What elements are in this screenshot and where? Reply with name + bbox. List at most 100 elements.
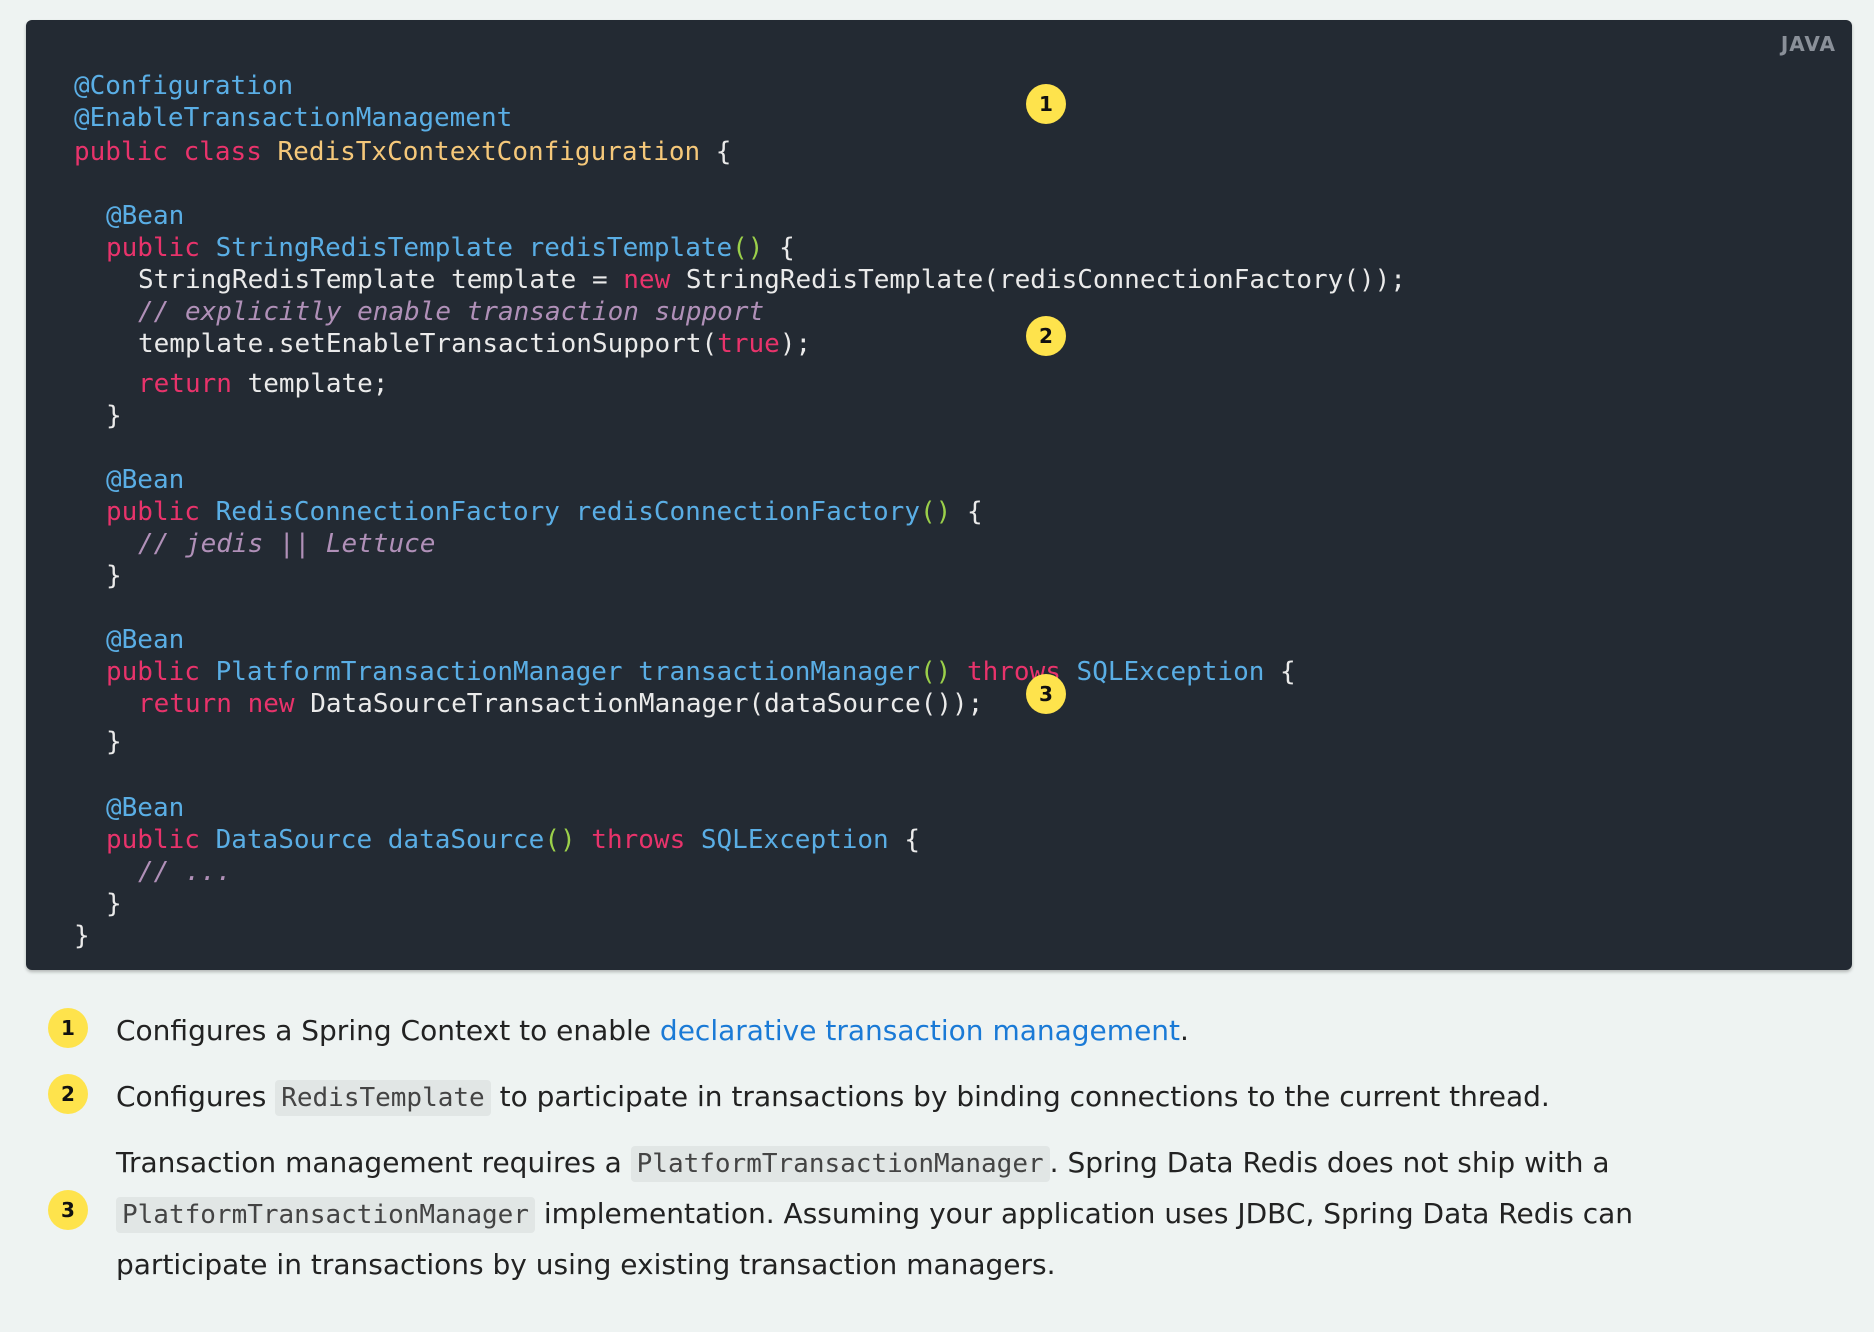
code-text: ); — [779, 329, 812, 359]
method-name: transactionManager — [638, 657, 920, 687]
code-line: public DataSource dataSource() throws SQ… — [106, 824, 920, 856]
type: SQLException — [1076, 657, 1265, 687]
code-line: } — [106, 400, 122, 432]
keyword: public — [106, 497, 200, 527]
parens: () — [544, 825, 576, 855]
callout-text: implementation. Assuming your applicatio… — [535, 1197, 1634, 1230]
keyword: class — [183, 137, 262, 167]
comment: // jedis || Lettuce — [138, 529, 436, 559]
type: StringRedisTemplate — [215, 233, 513, 263]
code-block: JAVA @Configuration @EnableTransactionMa… — [26, 20, 1852, 970]
punct: { — [888, 825, 921, 855]
code-line: @Configuration — [74, 70, 293, 102]
code-text: StringRedisTemplate template = — [138, 265, 624, 295]
parens: () — [920, 657, 952, 687]
type: RedisConnectionFactory — [215, 497, 560, 527]
punct: { — [763, 233, 795, 263]
code-line: // explicitly enable transaction support — [138, 296, 764, 328]
code-line: } — [74, 920, 90, 952]
code-line: @Bean — [106, 464, 184, 496]
code-text: StringRedisTemplate(redisConnectionFacto… — [670, 265, 1406, 295]
callout-badge-3: 3 — [1026, 674, 1066, 714]
class-name: RedisTxContextConfiguration — [277, 137, 701, 167]
code-line: return new DataSourceTransactionManager(… — [138, 688, 983, 720]
callout-line: PlatformTransactionManager implementatio… — [116, 1189, 1816, 1240]
callout-item-2: Configures RedisTemplate to participate … — [116, 1072, 1816, 1123]
callout-item-3: Transaction management requires a Platfo… — [116, 1138, 1816, 1290]
keyword: throws — [591, 825, 686, 855]
code-text: DataSourceTransactionManager(dataSource(… — [294, 689, 984, 719]
code-text: template; — [231, 369, 389, 399]
callout-text: Transaction management requires a — [116, 1146, 631, 1179]
code-line: } — [106, 726, 122, 758]
callout-badge-2: 2 — [48, 1074, 88, 1114]
parens: () — [919, 497, 952, 527]
callout-text: to participate in transactions by bindin… — [490, 1080, 1550, 1113]
annotation: @Bean — [106, 793, 185, 823]
code-line: template.setEnableTransactionSupport(tru… — [138, 328, 811, 360]
language-label: JAVA — [1780, 32, 1836, 56]
keyword: new — [623, 265, 671, 295]
callout-badge-2: 2 — [1026, 316, 1066, 356]
code-line: public RedisConnectionFactory redisConne… — [106, 496, 983, 528]
code-line: public PlatformTransactionManager transa… — [106, 656, 1296, 688]
declarative-transaction-link[interactable]: declarative transaction management — [660, 1014, 1180, 1047]
comment: // ... — [138, 857, 232, 887]
callout-text: . — [1180, 1014, 1189, 1047]
callout-text: Configures a Spring Context to enable — [116, 1014, 660, 1047]
keyword: public — [106, 233, 200, 263]
callout-badge-3: 3 — [48, 1190, 88, 1230]
keyword: public — [106, 657, 200, 687]
callout-text: participate in transactions by using exi… — [116, 1248, 1056, 1281]
annotation: @Bean — [106, 625, 185, 655]
method-name: redisTemplate — [528, 233, 733, 263]
brace: } — [106, 889, 122, 919]
punct: { — [1264, 657, 1296, 687]
inline-code: PlatformTransactionManager — [630, 1146, 1050, 1182]
method-name: redisConnectionFactory — [575, 497, 920, 527]
callout-text: Configures — [116, 1080, 276, 1113]
code-line: // jedis || Lettuce — [138, 528, 435, 560]
brace: } — [106, 561, 122, 591]
callout-line: participate in transactions by using exi… — [116, 1240, 1816, 1290]
brace: } — [74, 921, 90, 951]
callout-line: Transaction management requires a Platfo… — [116, 1138, 1816, 1189]
keyword: new — [247, 689, 295, 719]
type: PlatformTransactionManager — [215, 657, 623, 687]
punct: { — [951, 497, 983, 527]
callout-text: . Spring Data Redis does not ship with a — [1049, 1146, 1610, 1179]
code-line: public class RedisTxContextConfiguration… — [74, 136, 731, 168]
type: SQLException — [700, 825, 889, 855]
keyword: public — [106, 825, 200, 855]
code-text: template.setEnableTransactionSupport( — [138, 329, 718, 359]
annotation: @Bean — [106, 465, 185, 495]
type: DataSource — [215, 825, 373, 855]
brace: } — [106, 727, 122, 757]
code-line: } — [106, 560, 122, 592]
annotation: @Bean — [106, 201, 185, 231]
annotation: @Configuration — [74, 71, 294, 101]
code-line: } — [106, 888, 122, 920]
punct: { — [700, 137, 732, 167]
code-line: return template; — [138, 368, 388, 400]
method-name: dataSource — [387, 825, 545, 855]
code-content: @Configuration @EnableTransactionManagem… — [74, 50, 1406, 951]
annotation: @EnableTransactionManagement — [74, 103, 513, 133]
keyword: true — [717, 329, 780, 359]
inline-code: RedisTemplate — [275, 1080, 491, 1116]
code-line: @Bean — [106, 792, 184, 824]
callout-badge-1: 1 — [48, 1008, 88, 1048]
code-line: public StringRedisTemplate redisTemplate… — [106, 232, 795, 264]
comment: // explicitly enable transaction support — [138, 297, 765, 327]
code-line: StringRedisTemplate template = new Strin… — [138, 264, 1406, 296]
callout-item-1: Configures a Spring Context to enable de… — [116, 1006, 1816, 1056]
code-line: // ... — [138, 856, 232, 888]
code-line: @Bean — [106, 200, 184, 232]
code-line: @EnableTransactionManagement — [74, 102, 512, 134]
keyword: return — [138, 689, 232, 719]
inline-code: PlatformTransactionManager — [116, 1197, 535, 1233]
brace: } — [106, 401, 122, 431]
callout-badge-1: 1 — [1026, 84, 1066, 124]
parens: () — [732, 233, 764, 263]
keyword: return — [138, 369, 232, 399]
